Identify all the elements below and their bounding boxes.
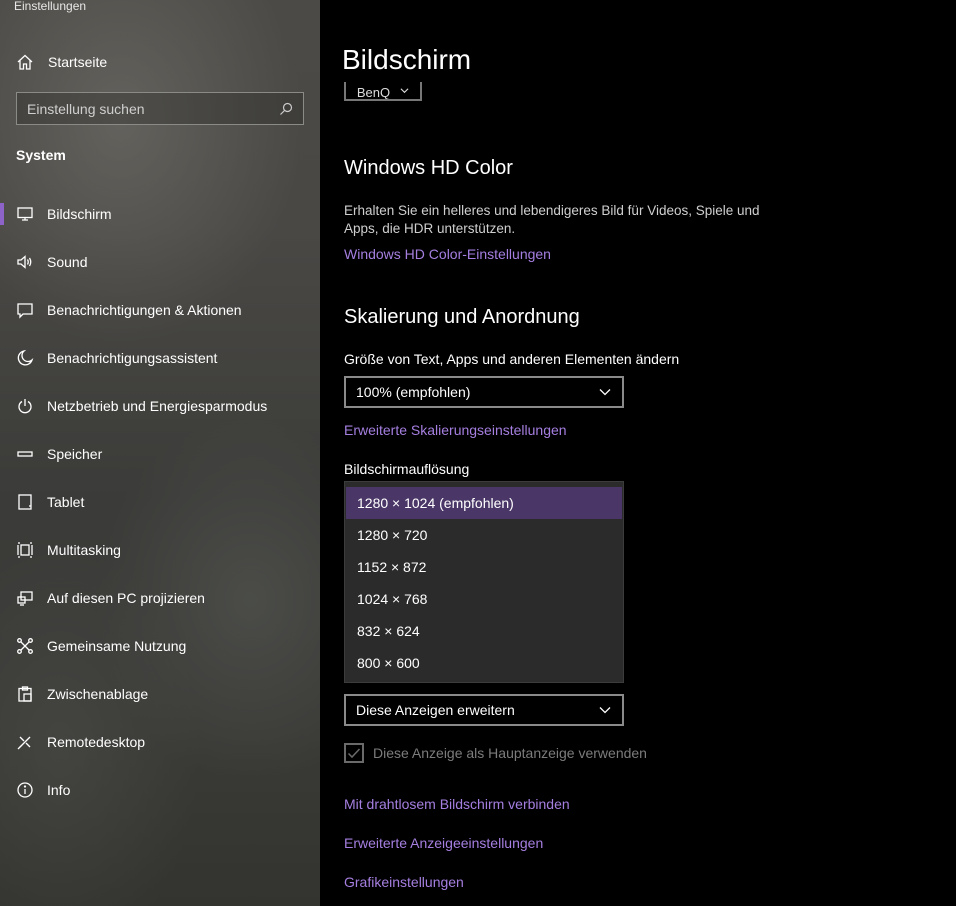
resolution-option[interactable]: 1280 × 720 — [346, 519, 622, 551]
power-icon — [16, 397, 34, 415]
speaker-icon — [16, 253, 34, 271]
resolution-option[interactable]: 832 × 624 — [346, 615, 622, 647]
search-input[interactable] — [27, 100, 267, 117]
scale-dropdown-value: 100% (empfohlen) — [356, 384, 471, 400]
search-box[interactable] — [16, 92, 304, 125]
page-title: Bildschirm — [342, 44, 642, 82]
resolution-option[interactable]: 1280 × 1024 (empfohlen) — [346, 487, 622, 519]
search-icon[interactable] — [279, 102, 293, 116]
sidebar: Einstellungen Startseite System Bildschi… — [0, 0, 320, 906]
chevron-down-icon — [598, 385, 612, 399]
monitor-select-label: BenQ — [356, 85, 391, 100]
sidebar-item-speicher[interactable]: Speicher — [0, 430, 320, 478]
sidebar-item-label: Gemeinsame Nutzung — [47, 638, 187, 654]
monitor-select-button[interactable]: BenQ — [344, 82, 422, 101]
multi-display-dropdown[interactable]: Diese Anzeigen erweitern — [344, 694, 624, 726]
tablet-icon — [16, 493, 34, 511]
resolution-option[interactable]: 1024 × 768 — [346, 583, 622, 615]
sidebar-item-multitasking[interactable]: Multitasking — [0, 526, 320, 574]
monitor-icon — [16, 205, 34, 223]
resolution-option[interactable]: 1152 × 872 — [346, 551, 622, 583]
message-icon — [16, 301, 34, 319]
graphics-settings-link[interactable]: Grafikeinstellungen — [344, 874, 464, 890]
section-title: System — [16, 147, 66, 163]
sidebar-item-label: Remotedesktop — [47, 734, 146, 750]
sidebar-item-label: Benachrichtigungen & Aktionen — [47, 302, 242, 318]
sidebar-item-label: Speicher — [47, 446, 103, 462]
storage-icon — [16, 445, 34, 463]
hdr-description: Erhalten Sie ein helleres und lebendiger… — [344, 203, 760, 236]
home-icon — [16, 53, 34, 71]
sidebar-item-label: Tablet — [47, 494, 85, 510]
project-icon — [16, 589, 34, 607]
sidebar-nav: Bildschirm Sound Benachrichtigungen & Ak… — [0, 190, 320, 814]
sidebar-item-label: Startseite — [48, 54, 108, 70]
wireless-display-link[interactable]: Mit drahtlosem Bildschirm verbinden — [344, 796, 570, 812]
main-display-checkbox-row: Diese Anzeige als Hauptanzeige verwenden — [344, 743, 647, 763]
sidebar-item-label: Auf diesen PC projizieren — [47, 590, 205, 606]
sidebar-item-netzbetrieb[interactable]: Netzbetrieb und Energiesparmodus — [0, 382, 320, 430]
sidebar-item-label: Netzbetrieb und Energiesparmodus — [47, 398, 268, 414]
size-label: Größe von Text, Apps und anderen Element… — [344, 351, 680, 367]
multitasking-icon — [16, 541, 34, 559]
sidebar-item-projizieren[interactable]: Auf diesen PC projizieren — [0, 574, 320, 622]
sidebar-item-bildschirm[interactable]: Bildschirm — [0, 190, 320, 238]
advanced-display-link[interactable]: Erweiterte Anzeigeeinstellungen — [344, 835, 543, 851]
scaling-heading: Skalierung und Anordnung — [344, 306, 580, 328]
clipboard-icon — [16, 685, 34, 703]
resolution-dropdown-list: 1280 × 1024 (empfohlen) 1280 × 720 1152 … — [344, 481, 624, 683]
chevron-down-icon — [400, 86, 409, 98]
multi-display-dropdown-value: Diese Anzeigen erweitern — [356, 702, 515, 718]
sidebar-item-label: Sound — [47, 254, 88, 270]
sidebar-item-benachrichtigungsassistent[interactable]: Benachrichtigungsassistent — [0, 334, 320, 382]
advanced-scaling-link[interactable]: Erweiterte Skalierungseinstellungen — [344, 422, 567, 438]
sidebar-item-label: Multitasking — [47, 542, 121, 558]
hdr-settings-link[interactable]: Windows HD Color-Einstellungen — [344, 246, 551, 262]
moon-icon — [16, 349, 34, 367]
sidebar-item-label: Info — [47, 782, 71, 798]
sidebar-item-label: Benachrichtigungsassistent — [47, 350, 218, 366]
checkmark-icon — [347, 748, 361, 759]
scale-dropdown[interactable]: 100% (empfohlen) — [344, 376, 624, 408]
sidebar-item-sound[interactable]: Sound — [0, 238, 320, 286]
app-title: Einstellungen — [14, 0, 87, 13]
sidebar-item-tablet[interactable]: Tablet — [0, 478, 320, 526]
resolution-option[interactable]: 800 × 600 — [346, 647, 622, 679]
main-display-checkbox-label: Diese Anzeige als Hauptanzeige verwenden — [373, 745, 647, 761]
info-icon — [16, 781, 34, 799]
main-content: BenQ Bildschirm Windows HD Color Erhalte… — [320, 0, 956, 906]
sidebar-item-gemeinsame-nutzung[interactable]: Gemeinsame Nutzung — [0, 622, 320, 670]
resolution-label: Bildschirmauflösung — [344, 461, 470, 477]
main-display-checkbox[interactable] — [344, 743, 364, 763]
sidebar-item-label: Bildschirm — [47, 206, 112, 222]
remote-desktop-icon — [16, 733, 34, 751]
sidebar-item-info[interactable]: Info — [0, 766, 320, 814]
sidebar-item-home[interactable]: Startseite — [0, 44, 320, 80]
sidebar-item-label: Zwischenablage — [47, 686, 149, 702]
hdr-heading: Windows HD Color — [344, 157, 513, 179]
share-icon — [16, 637, 34, 655]
sidebar-item-zwischenablage[interactable]: Zwischenablage — [0, 670, 320, 718]
sidebar-item-remotedesktop[interactable]: Remotedesktop — [0, 718, 320, 766]
sidebar-item-benachrichtigungen[interactable]: Benachrichtigungen & Aktionen — [0, 286, 320, 334]
chevron-down-icon — [598, 703, 612, 717]
